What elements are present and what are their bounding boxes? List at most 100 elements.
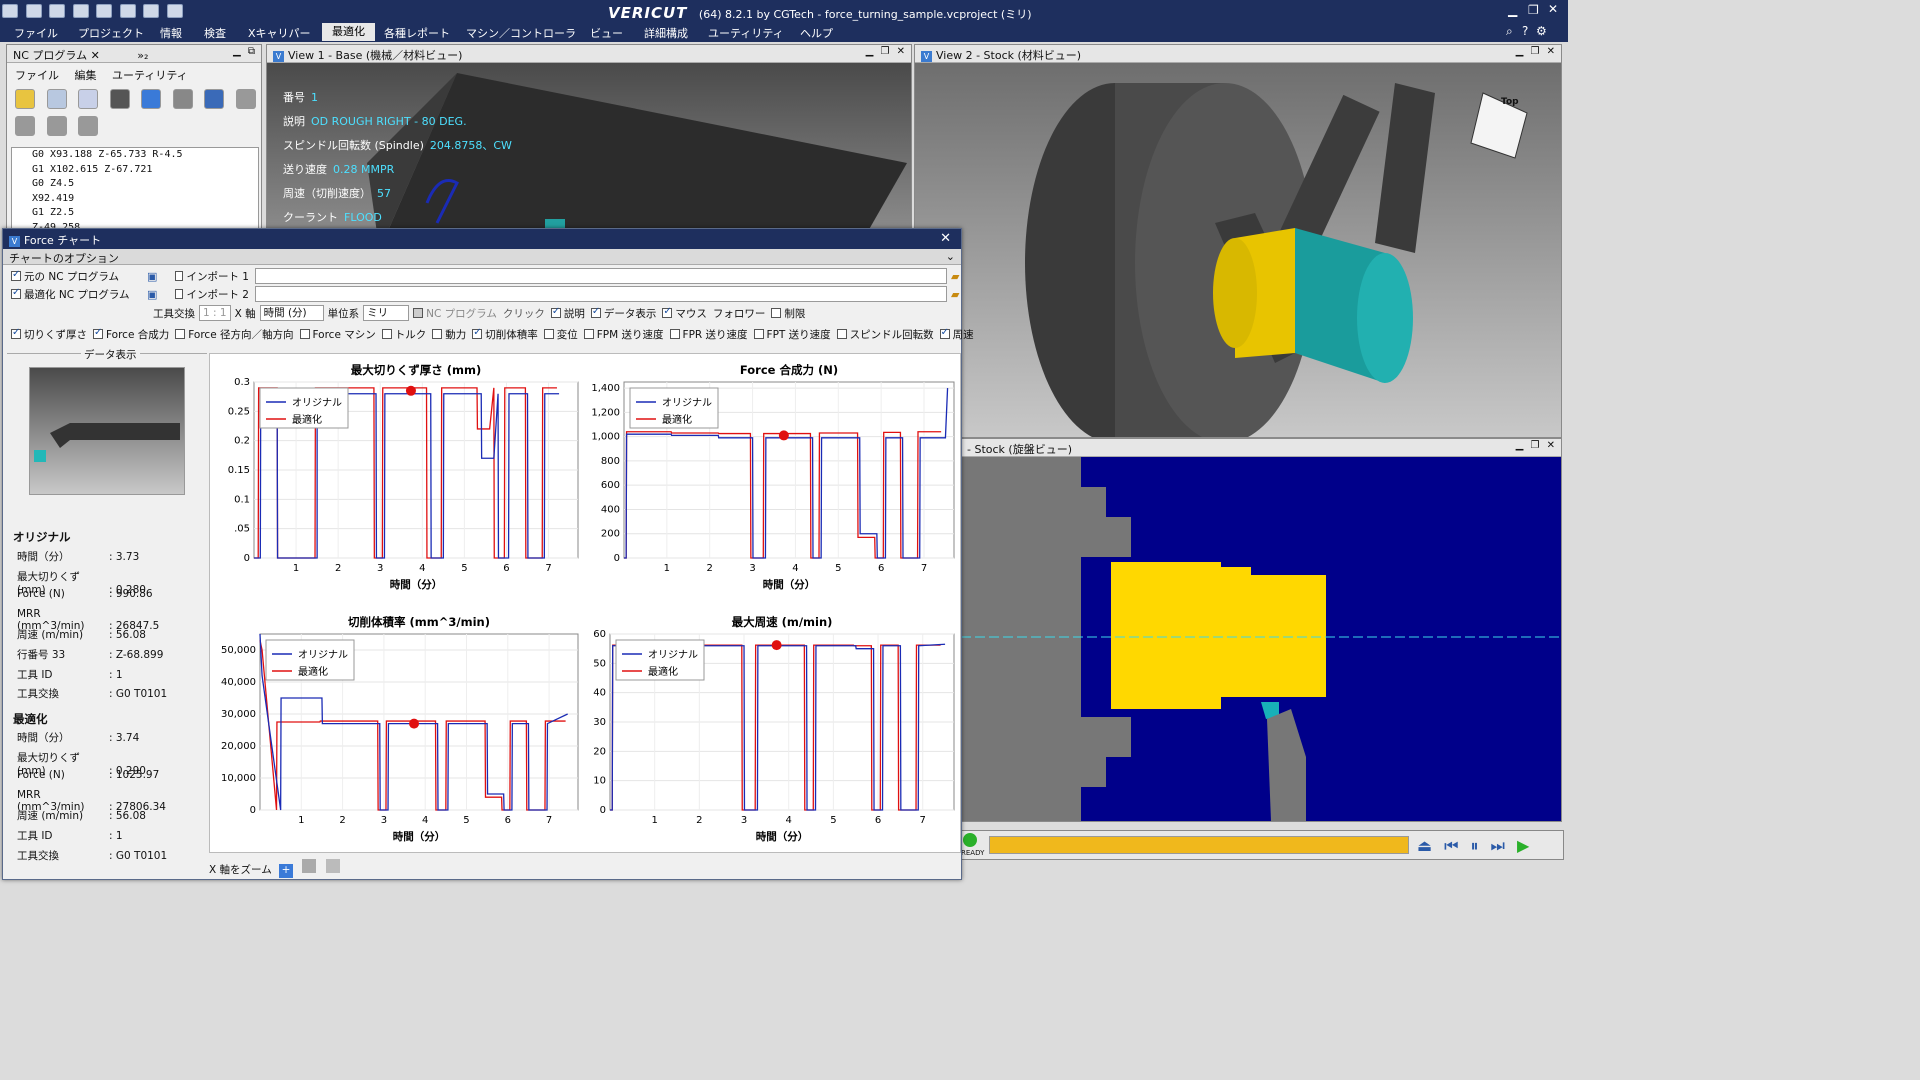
limit-checkbox[interactable]: 制限 bbox=[771, 306, 805, 321]
quick-tools-icon[interactable] bbox=[49, 4, 65, 18]
menu-optimize[interactable]: 最適化 bbox=[322, 23, 375, 41]
nc-menu-utility[interactable]: ユーティリティ bbox=[112, 69, 188, 82]
charts-svg[interactable]: 0 .05 0.1 0.15 0.2 0.25 0.3 1 2 3 4 5 6 7 最大切りくず厚さ (mm… bbox=[210, 354, 962, 854]
settings-gear-icon[interactable]: ⚙ bbox=[1536, 24, 1547, 38]
open-folder-icon[interactable]: ▰ bbox=[951, 270, 959, 283]
chart-type-checkbox[interactable]: 切削体積率 bbox=[472, 327, 538, 342]
chart-type-checkbox[interactable]: FPM 送り速度 bbox=[583, 327, 664, 342]
quick-info-icon[interactable] bbox=[96, 4, 112, 18]
nc-line[interactable]: G1 Z2.5 bbox=[32, 206, 258, 221]
original-nc-checkbox[interactable]: 元の NC プログラム bbox=[11, 269, 141, 284]
tool-b-icon[interactable] bbox=[46, 116, 67, 136]
nc-line[interactable]: X92.419 bbox=[32, 192, 258, 207]
menu-inspect[interactable]: 検査 bbox=[204, 25, 226, 41]
quick-open-icon[interactable] bbox=[25, 4, 42, 18]
help-icon[interactable]: ? bbox=[1522, 24, 1528, 38]
pane-controls-icon[interactable]: ▁ ⧉ bbox=[233, 46, 257, 57]
expand-icon[interactable] bbox=[235, 89, 256, 109]
pause-icon[interactable]: ⏸ bbox=[1471, 836, 1491, 855]
close-icon[interactable]: ✕ bbox=[1548, 2, 1558, 16]
nc-menu-file[interactable]: ファイル bbox=[15, 69, 59, 82]
menu-reports[interactable]: 各種レポート bbox=[384, 25, 450, 41]
search-program-icon[interactable] bbox=[46, 89, 67, 109]
chart-type-checkbox[interactable]: Force マシン bbox=[299, 327, 376, 342]
zoom-out-icon[interactable] bbox=[302, 859, 317, 873]
save-original-icon[interactable]: ▣ bbox=[147, 270, 175, 283]
menu-xcaliper[interactable]: Xキャリパー bbox=[248, 25, 311, 41]
view1-controls-icon[interactable]: ▁ ❐ ✕ bbox=[866, 46, 907, 57]
stock-view-canvas[interactable] bbox=[961, 457, 1561, 821]
chart-options-header[interactable]: チャートのオプション ⌄ bbox=[3, 249, 961, 265]
menu-view[interactable]: ビュー bbox=[590, 25, 623, 41]
chart-type-checkbox[interactable]: 動力 bbox=[432, 327, 466, 342]
menu-utility[interactable]: ユーティリティ bbox=[708, 25, 784, 41]
zoom-fit-icon[interactable] bbox=[325, 859, 340, 873]
mouse-checkbox[interactable]: マウス bbox=[662, 306, 707, 321]
save-optimized-icon[interactable]: ▣ bbox=[147, 288, 175, 301]
chart-type-checkbox[interactable]: 切りくず厚さ bbox=[11, 327, 87, 342]
force-close-icon[interactable]: ✕ bbox=[940, 231, 951, 246]
import1-path-field[interactable] bbox=[255, 268, 947, 284]
menu-config[interactable]: 詳細構成 bbox=[644, 25, 688, 41]
view-cube-top[interactable]: Top bbox=[1501, 97, 1519, 107]
step-forward-icon[interactable]: ⏭ bbox=[1491, 836, 1517, 855]
description-checkbox[interactable]: 説明 bbox=[550, 306, 585, 321]
menu-help[interactable]: ヘルプ bbox=[800, 25, 833, 41]
undo-icon[interactable] bbox=[141, 89, 161, 109]
layout-1-icon[interactable] bbox=[119, 4, 136, 18]
view1-canvas[interactable]: 番号 1 説明 OD ROUGH RIGHT - 80 DEG. スピンドル回転数 … bbox=[267, 63, 911, 233]
import2-checkbox[interactable]: インポート 2 bbox=[175, 287, 249, 302]
open-folder-icon[interactable]: ▰ bbox=[951, 288, 959, 301]
nc-tab-overflow[interactable]: »₂ bbox=[137, 49, 148, 62]
chart-type-checkbox[interactable]: Force 径方向／軸方向 bbox=[175, 327, 294, 342]
check-icon[interactable] bbox=[15, 89, 35, 109]
view2-canvas[interactable]: Top bbox=[915, 63, 1561, 437]
menu-machine[interactable]: マシン／コントローラ bbox=[466, 25, 576, 41]
layout-2-icon[interactable] bbox=[143, 4, 159, 18]
tool-change-select[interactable]: 1 : 1 bbox=[199, 305, 231, 321]
checklist-icon[interactable] bbox=[78, 89, 98, 109]
restore-icon[interactable]: ❐ bbox=[1528, 3, 1539, 17]
split-view-icon[interactable] bbox=[204, 89, 224, 109]
chart-type-checkbox[interactable]: 変位 bbox=[543, 327, 578, 342]
play-icon[interactable]: ▶ bbox=[1517, 836, 1541, 855]
chart-type-checkbox[interactable]: FPR 送り速度 bbox=[669, 327, 748, 342]
nc-line[interactable]: G0 Z4.5 bbox=[32, 177, 258, 192]
nc-program-tab[interactable]: NC プログラム ✕ »₂ ▁ ⧉ bbox=[7, 45, 261, 63]
zoom-in-icon[interactable]: + bbox=[279, 864, 294, 878]
chart-type-checkbox[interactable]: FPT 送り速度 bbox=[753, 327, 831, 342]
nc-line[interactable]: G0 X93.188 Z-65.733 R-4.5 bbox=[32, 148, 258, 163]
tool-a-icon[interactable] bbox=[15, 116, 35, 136]
menu-project[interactable]: プロジェクト bbox=[78, 25, 144, 41]
binoculars-icon[interactable] bbox=[109, 89, 130, 109]
chart-type-checkbox[interactable]: トルク bbox=[381, 327, 426, 342]
x-axis-select[interactable]: 時間 (分) bbox=[259, 305, 324, 321]
minimize-icon[interactable]: ▁ bbox=[1508, 3, 1517, 17]
tool-c-icon[interactable] bbox=[78, 116, 98, 136]
quick-new-icon[interactable] bbox=[2, 4, 18, 18]
layout-3-icon[interactable] bbox=[166, 4, 183, 18]
collapse-chevron-icon[interactable]: ⌄ bbox=[946, 250, 955, 263]
print-icon[interactable] bbox=[172, 89, 193, 109]
chart-type-checkbox[interactable]: スピンドル回転数 bbox=[836, 327, 934, 342]
nc-menu-edit[interactable]: 編集 bbox=[75, 69, 97, 82]
menu-info[interactable]: 情報 bbox=[160, 25, 182, 41]
chart-type-checkbox[interactable]: Force 合成力 bbox=[93, 327, 169, 342]
chart-title: 最大切りくず厚さ (mm) bbox=[351, 363, 481, 377]
menu-file[interactable]: ファイル bbox=[14, 25, 58, 41]
nc-code-list[interactable]: G0 X93.188 Z-65.733 R-4.5 G1 X102.615 Z-… bbox=[11, 147, 259, 231]
nc-program-checkbox[interactable]: NC プログラム bbox=[413, 306, 497, 321]
chart-type-checkbox[interactable]: 周速 bbox=[939, 327, 974, 342]
optimized-nc-checkbox[interactable]: 最適化 NC プログラム bbox=[11, 287, 141, 302]
data-display-checkbox[interactable]: データ表示 bbox=[590, 306, 656, 321]
reset-icon[interactable]: ⏏ bbox=[1417, 836, 1444, 855]
rewind-icon[interactable]: ⏮ bbox=[1444, 836, 1470, 855]
nc-line[interactable]: G1 X102.615 Z-67.721 bbox=[32, 163, 258, 178]
quick-save-icon[interactable] bbox=[72, 4, 89, 18]
import2-path-field[interactable] bbox=[255, 286, 947, 302]
units-select[interactable]: ミリ bbox=[363, 305, 410, 321]
stock-view-controls-icon[interactable]: ▁ ❐ ✕ bbox=[1516, 440, 1557, 451]
search-icon[interactable]: ⌕ bbox=[1506, 24, 1513, 39]
view2-controls-icon[interactable]: ▁ ❐ ✕ bbox=[1516, 46, 1557, 57]
import1-checkbox[interactable]: インポート 1 bbox=[175, 269, 249, 284]
